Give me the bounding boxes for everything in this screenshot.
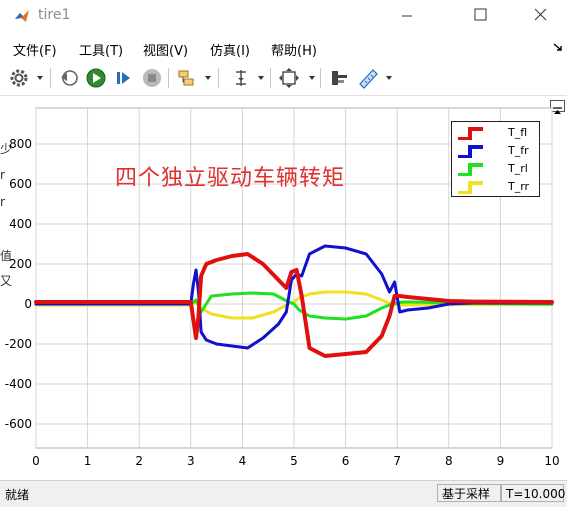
plot-title: 四个独立驱动车辆转矩 [115,166,346,191]
legend-swatch-rr [458,181,483,194]
x-tick-label: 10 [544,454,559,468]
menu-pin-icon[interactable] [552,41,564,53]
legend-entry: T_fl [452,124,539,142]
x-tick-label: 6 [342,454,350,468]
legend-label: T_fl [508,126,528,139]
menu-tools[interactable]: 工具(T) [79,40,123,59]
matlab-icon [15,10,29,22]
zoom-fit-icon[interactable] [278,67,300,89]
x-tick-label: 9 [497,454,505,468]
menu-bar: 文件(F) 工具(T) 视图(V) 仿真(I) 帮助(H) [0,37,567,59]
y-tick-label: 200 [9,257,32,271]
simulation-time-status: T=10.000 [501,484,565,502]
legend-label: T_rl [508,162,528,175]
x-tick-label: 4 [239,454,247,468]
sampling-mode-status[interactable]: 基于采样 [437,484,501,502]
legend-entry: T_rl [452,160,539,178]
toolbar-separator [168,68,169,88]
maximize-button[interactable] [458,0,504,32]
ruler-icon[interactable] [357,67,379,89]
y-tick-label: 800 [9,137,32,151]
menu-simulation[interactable]: 仿真(I) [210,40,250,59]
toolbar-separator [218,68,219,88]
x-tick-label: 1 [84,454,92,468]
y-tick-label: 0 [24,297,32,311]
legend-swatch-fr [458,145,483,158]
signal-selector-icon[interactable] [176,67,198,89]
toolbar [0,63,567,96]
run-icon[interactable] [85,67,107,89]
toolbar-separator [320,68,321,88]
cursor-dropdown-icon[interactable] [258,76,264,80]
y-tick-label: 400 [9,217,32,231]
cursor-measure-icon[interactable] [230,67,252,89]
legend-swatch-fl [458,127,483,140]
close-icon [534,8,547,21]
settings-dropdown-icon[interactable] [37,76,43,80]
legend-label: T_fr [508,144,529,157]
x-tick-label: 7 [393,454,401,468]
step-back-icon[interactable] [58,67,80,89]
legend[interactable]: T_fl T_fr T_rl T_rr [451,121,540,197]
y-tick-label: -400 [5,377,32,391]
minimize-button[interactable] [384,0,430,32]
status-text: 就绪 [5,488,30,502]
x-tick-label: 5 [290,454,298,468]
x-tick-label: 0 [32,454,40,468]
x-tick-label: 2 [135,454,143,468]
signal-dropdown-icon[interactable] [205,76,211,80]
legend-label: T_rr [508,180,530,193]
style-icon[interactable] [328,67,350,89]
status-bar: 就绪 基于采样 T=10.000 [0,480,567,507]
toolbar-separator [50,68,51,88]
title-bar: tire1 [0,0,567,32]
settings-gear-icon[interactable] [8,67,30,89]
menu-view[interactable]: 视图(V) [143,40,188,59]
window-title: tire1 [38,7,71,23]
y-tick-label: -600 [5,417,32,431]
step-forward-icon[interactable] [112,67,134,89]
zoom-dropdown-icon[interactable] [309,76,315,80]
close-button[interactable] [518,0,564,32]
menu-help[interactable]: 帮助(H) [271,40,317,59]
stop-icon[interactable] [141,67,163,89]
x-tick-label: 8 [445,454,453,468]
maximize-icon [474,8,487,21]
toolbar-separator [270,68,271,88]
minimize-icon [402,15,412,17]
y-tick-label: 600 [9,177,32,191]
legend-swatch-rl [458,163,483,176]
x-tick-label: 3 [187,454,195,468]
ruler-dropdown-icon[interactable] [386,76,392,80]
y-tick-label: -200 [5,337,32,351]
legend-entry: T_rr [452,178,539,196]
legend-entry: T_fr [452,142,539,160]
menu-file[interactable]: 文件(F) [13,40,57,59]
